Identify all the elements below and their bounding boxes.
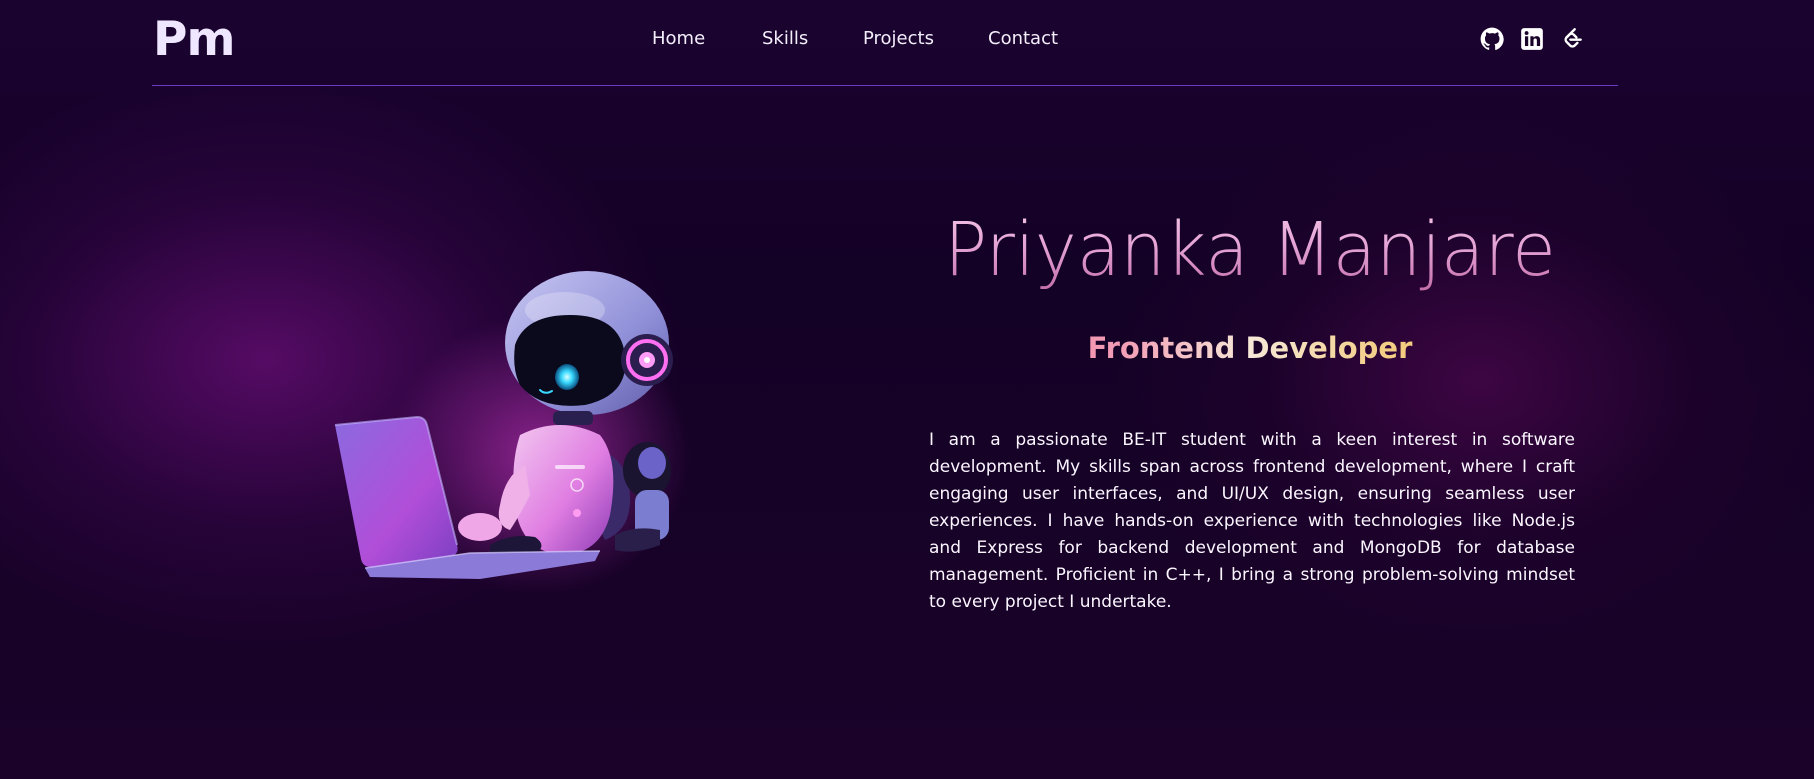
navbar: Pm Home Skills Projects Contact [152, 0, 1618, 86]
leetcode-icon[interactable] [1559, 26, 1585, 52]
logo[interactable]: Pm [153, 12, 235, 67]
hero-bio: I am a passionate BE-IT student with a k… [929, 430, 1575, 612]
social-links [1479, 26, 1589, 54]
nav-skills-link[interactable]: Skills [762, 28, 808, 49]
hero-role: Frontend Developer [930, 331, 1570, 365]
nav-home-link[interactable]: Home [652, 28, 705, 49]
robot-illustration [325, 265, 695, 605]
linkedin-icon[interactable] [1519, 26, 1545, 52]
nav-contact-link[interactable]: Contact [988, 28, 1058, 49]
github-icon[interactable] [1479, 26, 1505, 52]
hero-name: Priyanka Manjare [944, 207, 1556, 293]
nav-projects-link[interactable]: Projects [863, 28, 934, 49]
page: Pm Home Skills Projects Contact Priyanka… [0, 0, 1814, 779]
